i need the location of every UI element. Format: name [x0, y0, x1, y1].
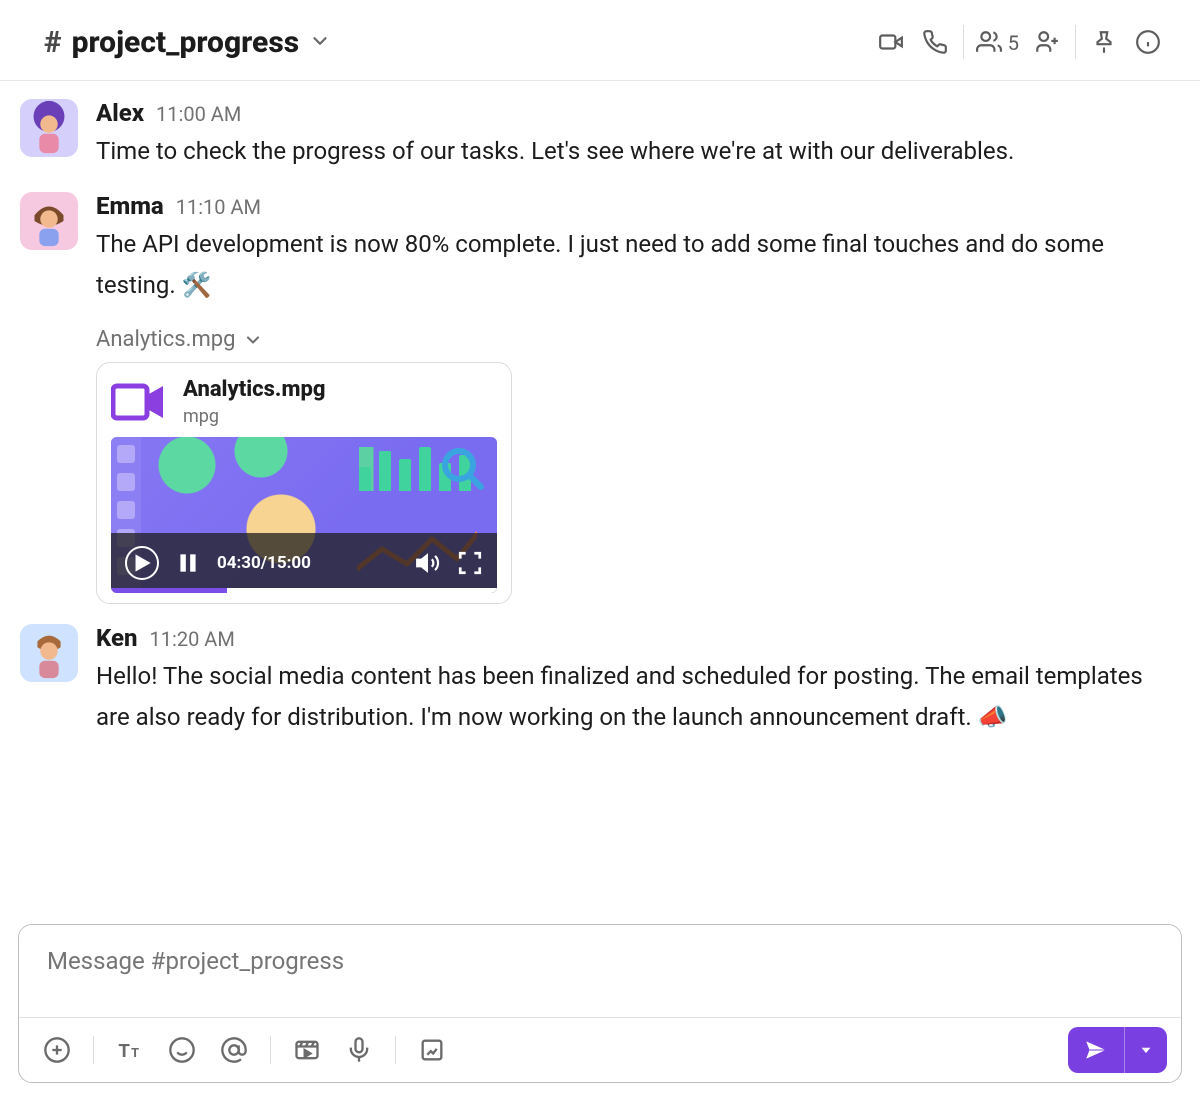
progress-bar[interactable] [111, 588, 497, 593]
magnify-icon [437, 443, 487, 493]
video-thumbnail[interactable]: 04:30/15:00 [111, 437, 497, 593]
message-author[interactable]: Alex [96, 99, 144, 127]
message-text: Hello! The social media content has been… [96, 656, 1180, 738]
composer-wrap: TT [0, 914, 1200, 1101]
send-options-icon[interactable] [1125, 1041, 1167, 1059]
divider [963, 25, 964, 59]
message-time: 11:10 AM [176, 195, 261, 219]
attachment-ext: mpg [183, 406, 325, 427]
divider [1075, 25, 1076, 59]
attachment-toggle[interactable]: Analytics.mpg [96, 327, 1180, 352]
message-author[interactable]: Ken [96, 624, 138, 652]
chevron-down-icon [309, 25, 331, 60]
emoji-icon[interactable] [158, 1026, 206, 1074]
message-input[interactable] [19, 925, 1181, 1013]
play-button[interactable] [125, 546, 159, 580]
composer-toolbar: TT [19, 1017, 1181, 1082]
microphone-icon[interactable] [335, 1026, 383, 1074]
fullscreen-button[interactable] [457, 550, 483, 576]
header-actions: 5 [869, 20, 1170, 64]
message: Alex 11:00 AM Time to check the progress… [20, 89, 1180, 182]
message: Emma 11:10 AM The API development is now… [20, 182, 1180, 615]
channel-header: # project_progress 5 [0, 0, 1200, 81]
attachment-name: Analytics.mpg [183, 377, 325, 402]
video-call-icon[interactable] [869, 20, 913, 64]
message-body: Alex 11:00 AM Time to check the progress… [96, 99, 1180, 172]
formatting-icon[interactable]: TT [106, 1026, 154, 1074]
volume-button[interactable] [415, 550, 441, 576]
info-icon[interactable] [1126, 20, 1170, 64]
pin-icon[interactable] [1082, 20, 1126, 64]
attachment-label: Analytics.mpg [96, 327, 235, 352]
video-clip-icon[interactable] [283, 1026, 331, 1074]
send-button[interactable] [1068, 1027, 1167, 1073]
canvas-icon[interactable] [408, 1026, 456, 1074]
playback-time: 04:30/15:00 [217, 553, 399, 573]
add-member-icon[interactable] [1025, 20, 1069, 64]
members-button[interactable]: 5 [970, 29, 1025, 55]
divider [93, 1036, 94, 1064]
message-text: Time to check the progress of our tasks.… [96, 131, 1180, 172]
video-file-icon [111, 378, 165, 426]
avatar[interactable] [20, 192, 78, 250]
composer: TT [18, 924, 1182, 1083]
message-author[interactable]: Emma [96, 192, 164, 220]
svg-text:T: T [118, 1040, 130, 1062]
avatar[interactable] [20, 624, 78, 682]
message-body: Emma 11:10 AM The API development is now… [96, 192, 1180, 605]
channel-title[interactable]: # project_progress [44, 25, 331, 60]
message-time: 11:20 AM [150, 627, 235, 651]
divider [395, 1036, 396, 1064]
avatar[interactable] [20, 99, 78, 157]
members-count: 5 [1008, 31, 1019, 55]
message-time: 11:00 AM [156, 102, 241, 126]
pause-button[interactable] [175, 550, 201, 576]
attachment-card: Analytics.mpg mpg [96, 362, 512, 604]
chat-app: # project_progress 5 [0, 0, 1200, 1101]
message-text: The API development is now 80% complete.… [96, 224, 1180, 306]
message: Ken 11:20 AM Hello! The social media con… [20, 614, 1180, 748]
mention-icon[interactable] [210, 1026, 258, 1074]
message-body: Ken 11:20 AM Hello! The social media con… [96, 624, 1180, 738]
svg-text:T: T [131, 1046, 139, 1061]
attach-icon[interactable] [33, 1026, 81, 1074]
video-controls: 04:30/15:00 [111, 533, 497, 593]
send-icon[interactable] [1068, 1037, 1124, 1063]
divider [270, 1036, 271, 1064]
message-list[interactable]: Alex 11:00 AM Time to check the progress… [0, 81, 1200, 914]
channel-name: project_progress [72, 25, 300, 60]
phone-call-icon[interactable] [913, 20, 957, 64]
hash-icon: # [44, 25, 62, 60]
